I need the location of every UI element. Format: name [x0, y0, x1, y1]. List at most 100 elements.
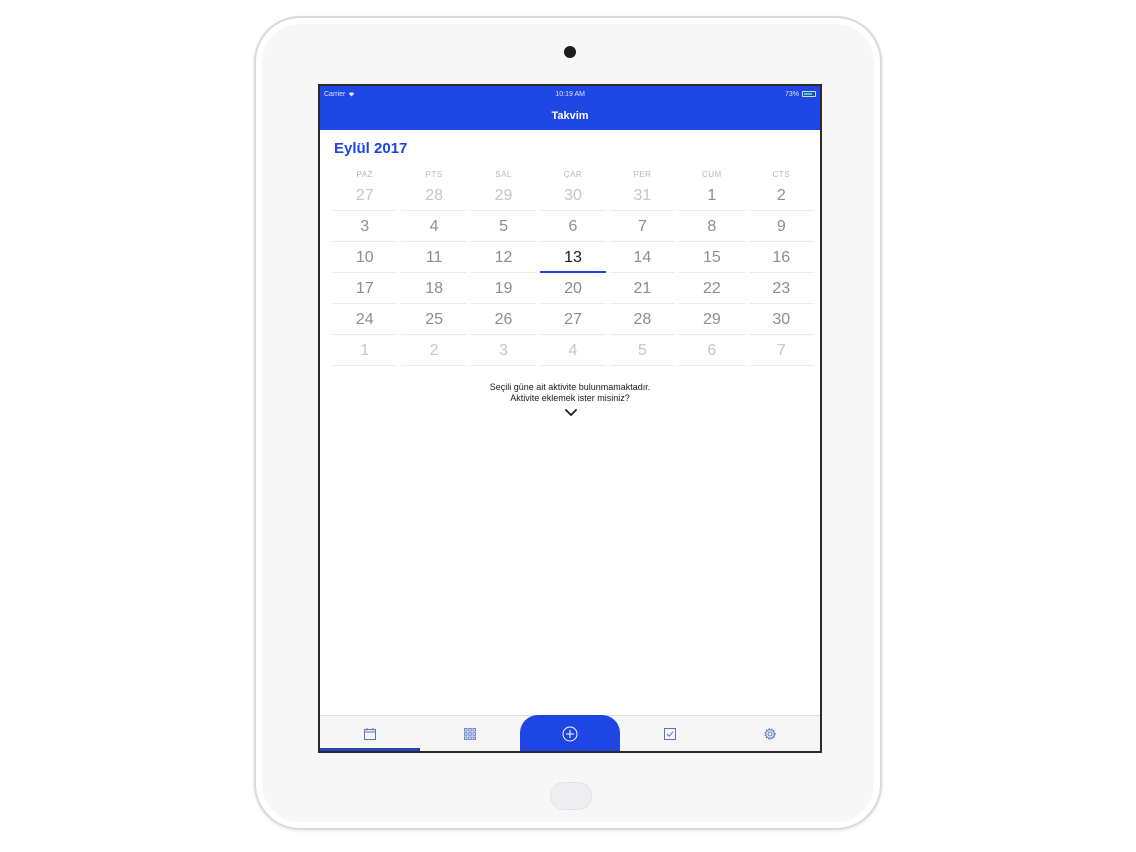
day-cell[interactable]: 28	[399, 180, 468, 211]
day-cell[interactable]: 22	[677, 273, 746, 304]
day-cell[interactable]: 19	[469, 273, 538, 304]
day-cell[interactable]: 4	[538, 335, 607, 366]
day-number: 1	[360, 341, 370, 359]
checkbox-icon	[664, 727, 676, 740]
day-cell[interactable]: 2	[399, 335, 468, 366]
day-number: 15	[702, 248, 721, 266]
day-cell[interactable]: 15	[677, 242, 746, 273]
calendar-grid: 27 28 29 30 31 1 2 3 4 5 6 7 8 9 10 11 12 13 14 15 16 17 18 19 2…	[330, 180, 816, 366]
day-cell[interactable]: 30	[538, 180, 607, 211]
day-number: 6	[568, 217, 578, 235]
day-number: 10	[355, 248, 374, 266]
day-number: 23	[772, 279, 791, 297]
home-button[interactable]	[550, 782, 592, 810]
day-cell[interactable]: 26	[469, 304, 538, 335]
chevron-down-icon[interactable]	[565, 408, 577, 418]
tab-settings[interactable]	[720, 716, 820, 751]
day-cell[interactable]: 18	[399, 273, 468, 304]
day-cell[interactable]: 29	[677, 304, 746, 335]
day-cell[interactable]: 6	[677, 335, 746, 366]
day-cell[interactable]: 5	[469, 211, 538, 242]
day-cell[interactable]: 17	[330, 273, 399, 304]
day-cell[interactable]: 12	[469, 242, 538, 273]
day-number: 21	[633, 279, 652, 297]
day-cell[interactable]: 2	[747, 180, 816, 211]
nav-title: Takvim	[551, 110, 589, 122]
plus-circle-icon	[562, 726, 578, 741]
day-cell[interactable]: 1	[330, 335, 399, 366]
day-number: 25	[425, 310, 444, 328]
day-cell[interactable]: 31	[608, 180, 677, 211]
day-cell[interactable]: 21	[608, 273, 677, 304]
day-cell[interactable]: 28	[608, 304, 677, 335]
empty-state-line-2: Aktivite eklemek ister misiniz?	[510, 393, 630, 403]
day-cell[interactable]: 11	[399, 242, 468, 273]
weekday-label: PER	[633, 170, 652, 179]
day-number: 26	[494, 310, 513, 328]
battery-icon	[801, 91, 816, 97]
month-title: Eylül 2017	[334, 140, 408, 157]
empty-state-message: Seçili güne ait aktivite bulunmamaktadır…	[320, 382, 820, 404]
day-cell[interactable]: 9	[747, 211, 816, 242]
tab-calendar[interactable]	[320, 716, 420, 751]
day-cell[interactable]: 24	[330, 304, 399, 335]
day-number: 11	[425, 248, 443, 266]
day-number: 30	[564, 186, 582, 204]
day-number: 7	[776, 341, 786, 359]
day-cell[interactable]: 30	[747, 304, 816, 335]
day-number: 7	[637, 217, 647, 235]
wifi-icon	[349, 92, 355, 97]
empty-state-line-1: Seçili güne ait aktivite bulunmamaktadır…	[489, 382, 651, 392]
tab-add[interactable]	[520, 715, 620, 751]
day-cell[interactable]: 6	[538, 211, 607, 242]
day-number: 4	[429, 217, 439, 235]
navigation-bar: Takvim	[320, 102, 820, 130]
day-cell[interactable]: 8	[677, 211, 746, 242]
day-cell[interactable]: 3	[469, 335, 538, 366]
day-number: 30	[772, 310, 791, 328]
day-cell[interactable]: 4	[399, 211, 468, 242]
day-number: 24	[355, 310, 374, 328]
day-cell[interactable]: 20	[538, 273, 607, 304]
day-cell[interactable]: 29	[469, 180, 538, 211]
tab-tasks[interactable]	[620, 716, 720, 751]
weekday-label: PAZ	[356, 170, 373, 179]
status-bar: Carrier 10:19 AM 73%	[320, 86, 820, 102]
day-cell[interactable]: 14	[608, 242, 677, 273]
day-cell[interactable]: 23	[747, 273, 816, 304]
day-cell[interactable]: 27	[538, 304, 607, 335]
day-cell[interactable]: 1	[677, 180, 746, 211]
day-number: 12	[494, 248, 513, 266]
tab-grid[interactable]	[420, 716, 520, 751]
carrier-label: Carrier	[324, 90, 346, 98]
weekday-label: CTS	[772, 170, 791, 179]
day-number: 22	[702, 279, 721, 297]
front-camera	[564, 46, 576, 58]
day-number: 8	[707, 217, 717, 235]
day-number: 18	[425, 279, 444, 297]
day-cell[interactable]: 16	[747, 242, 816, 273]
tab-bar	[320, 715, 820, 751]
day-number: 3	[499, 341, 509, 359]
day-number: 28	[633, 310, 652, 328]
day-cell[interactable]: 10	[330, 242, 399, 273]
day-number: 20	[564, 279, 582, 297]
day-number: 14	[633, 248, 652, 266]
day-number: 13	[564, 248, 582, 266]
day-number: 6	[707, 341, 717, 359]
battery-percent: 73%	[784, 90, 799, 98]
status-time: 10:19 AM	[555, 90, 585, 98]
day-cell[interactable]: 25	[399, 304, 468, 335]
day-cell[interactable]: 27	[330, 180, 399, 211]
day-cell[interactable]: 3	[330, 211, 399, 242]
day-cell[interactable]: 7	[608, 211, 677, 242]
day-cell[interactable]: 5	[608, 335, 677, 366]
day-cell[interactable]: 7	[747, 335, 816, 366]
day-number: 27	[564, 310, 582, 328]
calendar-icon	[364, 727, 376, 740]
day-number: 31	[633, 186, 652, 204]
day-cell-selected[interactable]: 13	[538, 242, 607, 273]
day-number: 5	[637, 341, 647, 359]
day-number: 29	[494, 186, 513, 204]
app-screen: Carrier 10:19 AM 73% Takvim Eylül 2017 P…	[318, 84, 822, 753]
